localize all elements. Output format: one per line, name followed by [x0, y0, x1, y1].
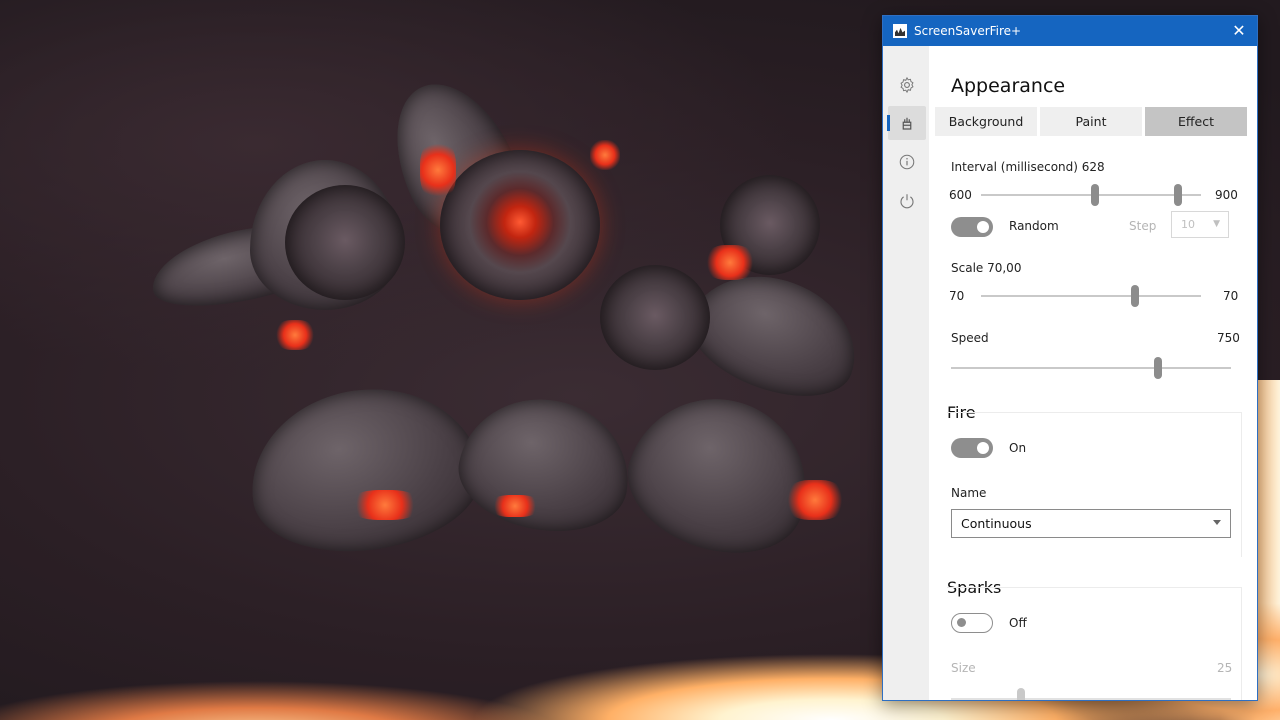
- sparks-size-thumb[interactable]: [1017, 688, 1025, 700]
- sparks-size-track[interactable]: [951, 698, 1231, 700]
- random-label: Random: [1009, 219, 1059, 233]
- leaf: [450, 386, 640, 544]
- gear-icon: [900, 76, 914, 94]
- scale-thumb[interactable]: [1131, 285, 1139, 307]
- settings-window: ScreenSaverFire+ ✕ Appearance Background…: [882, 15, 1258, 701]
- fire-name-value: Continuous: [961, 516, 1032, 531]
- rose: [600, 265, 710, 370]
- ember: [420, 140, 456, 200]
- step-select[interactable]: 10 ▼: [1171, 211, 1229, 238]
- appearance-page: Appearance Background Paint Effect Inter…: [931, 46, 1257, 700]
- tab-paint[interactable]: Paint: [1040, 107, 1142, 136]
- nav-appearance[interactable]: [887, 106, 926, 140]
- paint-bucket-icon: [902, 117, 912, 130]
- scale-track[interactable]: [981, 295, 1201, 297]
- close-icon[interactable]: ✕: [1229, 21, 1249, 41]
- interval-min-label: 600: [949, 188, 972, 202]
- ember: [350, 490, 420, 520]
- sparks-size-label: Size: [951, 661, 976, 675]
- fire-toggle[interactable]: [951, 438, 993, 458]
- fire-name-select[interactable]: Continuous: [951, 509, 1231, 538]
- page-title: Appearance: [951, 75, 1066, 97]
- nav-info[interactable]: [888, 145, 926, 179]
- fire-name-label: Name: [951, 486, 987, 500]
- sidebar: [883, 46, 929, 700]
- ember: [275, 320, 315, 350]
- step-value: 10: [1181, 218, 1195, 231]
- speed-thumb[interactable]: [1154, 357, 1163, 379]
- interval-max-label: 900: [1215, 188, 1238, 202]
- interval-max-thumb[interactable]: [1173, 184, 1182, 206]
- nav-settings[interactable]: [888, 68, 926, 102]
- rose-glowing: [440, 150, 600, 300]
- speed-value: 750: [1217, 331, 1240, 345]
- chevron-down-icon: ▼: [1213, 219, 1220, 229]
- sparks-panel: [947, 587, 1242, 700]
- ember: [490, 495, 540, 517]
- rose: [285, 185, 405, 300]
- tab-bar: Background Paint Effect: [935, 107, 1250, 136]
- info-icon: [899, 154, 915, 170]
- power-icon: [900, 194, 914, 209]
- sparks-toggle-label: Off: [1009, 616, 1027, 630]
- leaf: [239, 374, 491, 566]
- leaf: [611, 375, 829, 575]
- ember: [705, 245, 755, 280]
- ember: [590, 140, 620, 170]
- sparks-size-value: 25: [1217, 661, 1233, 675]
- random-toggle[interactable]: [951, 217, 993, 237]
- tab-background[interactable]: Background: [935, 107, 1037, 136]
- ember: [785, 480, 845, 520]
- fire-toggle-label: On: [1009, 441, 1027, 455]
- tab-effect[interactable]: Effect: [1145, 107, 1247, 136]
- speed-label: Speed: [951, 331, 989, 345]
- title-bar[interactable]: ScreenSaverFire+ ✕: [883, 16, 1257, 46]
- app-icon: [893, 24, 907, 38]
- window-title: ScreenSaverFire+: [914, 24, 1022, 38]
- step-label: Step: [1129, 219, 1157, 233]
- interval-label: Interval (millisecond) 628: [951, 160, 1105, 174]
- scale-min-label: 70: [949, 289, 965, 303]
- sparks-toggle[interactable]: [951, 613, 993, 633]
- chevron-down-icon: [1213, 520, 1221, 525]
- interval-min-thumb[interactable]: [1091, 184, 1100, 206]
- scale-label: Scale 70,00: [951, 261, 1022, 275]
- nav-power[interactable]: [888, 184, 926, 218]
- speed-track[interactable]: [951, 367, 1231, 369]
- scale-max-label: 70: [1223, 289, 1239, 303]
